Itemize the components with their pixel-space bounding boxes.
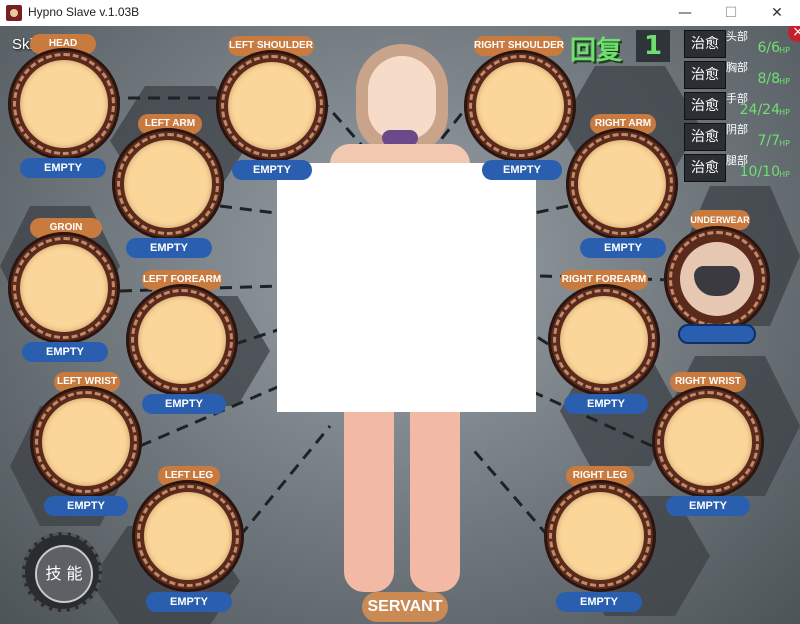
underwear-item-image xyxy=(680,242,754,316)
slot-right-leg-ring[interactable] xyxy=(544,480,656,592)
slot-left-leg-status: EMPTY xyxy=(146,592,232,612)
slot-right-arm-status: EMPTY xyxy=(580,238,666,258)
character-left-leg xyxy=(344,412,394,592)
servant-button[interactable]: SERVANT xyxy=(362,592,448,622)
slot-left-arm-status: EMPTY xyxy=(126,238,212,258)
slot-groin-ring[interactable] xyxy=(8,232,120,344)
slot-head-ring[interactable] xyxy=(8,48,120,160)
hp-value: 7/7 xyxy=(757,133,780,149)
hp-part-label: 头部 xyxy=(726,30,748,43)
character-face xyxy=(368,56,436,140)
hp-unit: HP xyxy=(779,139,790,148)
app-icon xyxy=(6,5,22,21)
heal-hands-button[interactable]: 治愈 xyxy=(684,92,726,120)
hp-value: 10/10 xyxy=(739,164,780,180)
hp-unit: HP xyxy=(779,108,790,117)
recover-count: 1 xyxy=(636,30,670,62)
slot-left-shoulder-status: EMPTY xyxy=(232,160,312,180)
slot-left-leg-ring[interactable] xyxy=(132,480,244,592)
slot-groin-status: EMPTY xyxy=(22,342,108,362)
hp-part-label: 阴部 xyxy=(726,123,748,136)
hp-part-label: 胸部 xyxy=(726,61,748,74)
hp-value: 8/8 xyxy=(757,71,780,87)
heal-head-button[interactable]: 治愈 xyxy=(684,30,726,58)
slot-right-wrist-ring[interactable] xyxy=(652,386,764,498)
hp-row-head: 治愈 头部 6/6 HP xyxy=(684,28,790,58)
slot-underwear-status xyxy=(678,324,756,344)
game-canvas: Skip Mode HEAD EMPTY LEFT SHOULDER EMPTY… xyxy=(0,26,800,624)
slot-left-wrist-status: EMPTY xyxy=(44,496,128,516)
hp-row-legs: 治愈 腿部 10/10 HP xyxy=(684,152,790,182)
hp-value: 24/24 xyxy=(739,102,780,118)
slot-left-forearm-ring[interactable] xyxy=(126,284,238,396)
slot-right-leg-status: EMPTY xyxy=(556,592,642,612)
heal-chest-button[interactable]: 治愈 xyxy=(684,61,726,89)
censor-block xyxy=(277,163,536,412)
slot-left-shoulder-ring[interactable] xyxy=(216,50,328,162)
heal-groin-button[interactable]: 治愈 xyxy=(684,123,726,151)
close-window-button[interactable]: ✕ xyxy=(754,0,800,26)
window-title: Hypno Slave v.1.03B xyxy=(28,5,140,19)
hp-unit: HP xyxy=(779,46,790,55)
slot-head-status: EMPTY xyxy=(20,158,106,178)
slot-underwear-ring[interactable] xyxy=(664,226,770,332)
recover-label: 回复 xyxy=(570,36,623,66)
slot-left-wrist-ring[interactable] xyxy=(30,386,142,498)
slot-right-shoulder-status: EMPTY xyxy=(482,160,562,180)
window-titlebar: Hypno Slave v.1.03B — ☐ ✕ xyxy=(0,0,800,27)
slot-right-arm-ring[interactable] xyxy=(566,128,678,240)
hp-unit: HP xyxy=(779,170,790,179)
skill-button[interactable]: 技 能 xyxy=(22,532,102,612)
slot-right-forearm-status: EMPTY xyxy=(564,394,648,414)
slot-left-forearm-status: EMPTY xyxy=(142,394,226,414)
hp-value: 6/6 xyxy=(757,40,780,56)
slot-right-forearm-ring[interactable] xyxy=(548,284,660,396)
hp-row-chest: 治愈 胸部 8/8 HP xyxy=(684,59,790,89)
hp-row-groin: 治愈 阴部 7/7 HP xyxy=(684,121,790,151)
maximize-button[interactable]: ☐ xyxy=(708,0,754,26)
minimize-button[interactable]: — xyxy=(662,0,708,26)
hp-panel: 治愈 头部 6/6 HP 治愈 胸部 8/8 HP 治愈 手部 24/24 HP… xyxy=(684,28,790,184)
hp-row-hands: 治愈 手部 24/24 HP xyxy=(684,90,790,120)
hp-unit: HP xyxy=(779,77,790,86)
heal-legs-button[interactable]: 治愈 xyxy=(684,154,726,182)
character-right-leg xyxy=(410,412,460,592)
skill-button-label: 技 能 xyxy=(35,545,93,603)
slot-right-wrist-status: EMPTY xyxy=(666,496,750,516)
slot-left-arm-ring[interactable] xyxy=(112,128,224,240)
slot-right-shoulder-ring[interactable] xyxy=(464,50,576,162)
